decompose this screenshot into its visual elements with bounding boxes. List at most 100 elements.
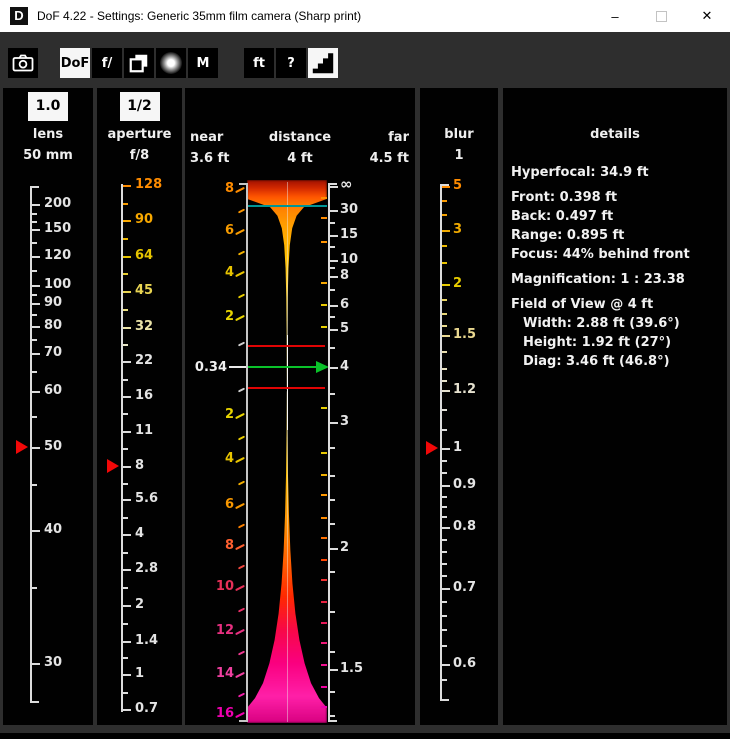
detail-line: Front: 0.398 ft: [511, 188, 690, 207]
dist_right-ruler-cap: [329, 720, 337, 722]
window-title: DoF 4.22 - Settings: Generic 35mm film c…: [37, 9, 361, 23]
lens-tick-label: 40: [44, 521, 62, 539]
dist_right-tick: [330, 475, 335, 477]
detail-line: Back: 0.497 ft: [511, 207, 690, 226]
blur-tick: [442, 313, 447, 315]
detail-line: Hyperfocal: 34.9 ft: [511, 163, 690, 182]
dist_left-ruler-line: [246, 183, 248, 722]
manual-mode-button[interactable]: M: [188, 48, 218, 78]
details-lines: Hyperfocal: 34.9 ft Front: 0.398 ftBack: …: [511, 163, 690, 371]
dist_right-ruler-cap: [329, 183, 337, 185]
blur-ruler[interactable]: 5321.51.210.90.80.70.6: [440, 184, 442, 701]
close-button[interactable]: ✕: [684, 0, 730, 32]
aperture-tick: [123, 657, 128, 659]
dist_left-ruler-cap: [239, 183, 247, 185]
blur-tick: [442, 200, 447, 202]
dist_right-tick-label: 6: [340, 296, 349, 314]
blur-tick: [442, 380, 447, 382]
minimize-button[interactable]: –: [592, 0, 638, 32]
lens-tick: [32, 326, 40, 328]
blur-tick: [442, 679, 447, 681]
dist_right-blur-tick: [321, 407, 327, 409]
dist_right-blur-tick: [321, 537, 327, 539]
aperture-step-box[interactable]: 1/2: [120, 92, 160, 121]
aperture-tick: [123, 431, 131, 433]
dist_right-blur-tick: [321, 474, 327, 476]
detail-line: Height: 1.92 ft (27°): [511, 333, 690, 352]
dist_right-ruler[interactable]: ∞3015108654321.5: [328, 183, 330, 722]
dist_right-tick: [330, 260, 338, 262]
focus-axis-line-bright: [287, 335, 288, 430]
blur-tick: [442, 299, 447, 301]
aperture-tick: [123, 552, 128, 554]
detail-line: Diag: 3.46 ft (46.8°): [511, 352, 690, 371]
aperture-tick-label: 16: [135, 387, 153, 405]
window-bottom-edge: [0, 733, 730, 739]
lens-tick-label: 100: [44, 276, 71, 294]
dist_right-tick: [330, 651, 335, 653]
steps-display-button[interactable]: [308, 48, 338, 78]
aperture-tick: [123, 605, 131, 607]
dist_left-ruler[interactable]: 8642246810121416: [246, 183, 248, 722]
aperture-ruler[interactable]: 1289064453222161185.642.821.410.7: [121, 184, 123, 712]
help-button[interactable]: ?: [276, 48, 306, 78]
blur-disc-button[interactable]: [156, 48, 186, 78]
aperture-tick: [123, 238, 128, 240]
blur-tick: [442, 664, 450, 666]
blur-tick: [442, 551, 447, 553]
blur-tick: [442, 629, 447, 631]
lens-pointer[interactable]: [16, 440, 28, 454]
aperture-tick-label: 1.4: [135, 632, 158, 650]
detail-line: Range: 0.895 ft: [511, 226, 690, 245]
aperture-tick: [123, 344, 128, 346]
dist_left-tick-label: 2: [225, 406, 234, 424]
dof-mode-button[interactable]: DoF: [60, 48, 90, 78]
blur-tick-label: 0.9: [453, 476, 476, 494]
lens-step-box[interactable]: 1.0: [28, 92, 68, 121]
dist_right-tick: [330, 367, 338, 369]
maximize-button[interactable]: [638, 0, 684, 32]
aperture-tick: [123, 448, 128, 450]
aperture-tick: [123, 692, 128, 694]
lens-tick: [32, 242, 37, 244]
aperture-tick-label: 8: [135, 457, 144, 475]
blur-tick-label: 0.7: [453, 579, 476, 597]
lens-tick: [32, 587, 37, 589]
aperture-tick: [123, 517, 128, 519]
lens-ruler[interactable]: 20015012010090807060504030: [30, 186, 32, 703]
lens-tick: [32, 303, 40, 305]
far-label: far: [370, 127, 409, 148]
dist_right-blur-tick: [321, 326, 327, 328]
steps-icon: [310, 50, 336, 76]
copy-button[interactable]: [124, 48, 154, 78]
aperture-pointer[interactable]: [107, 459, 119, 473]
aperture-tick: [123, 396, 131, 398]
lens-tick-label: 200: [44, 195, 71, 213]
blur-tick-label: 1.2: [453, 381, 476, 399]
lens-tick: [32, 391, 40, 393]
blur-tick: [442, 539, 447, 541]
dist_right-tick: [330, 669, 338, 671]
camera-settings-button[interactable]: [8, 48, 38, 78]
maximize-icon: [656, 11, 667, 22]
aperture-tick: [123, 185, 131, 187]
aperture-tick: [123, 291, 131, 293]
blur-tick: [442, 588, 450, 590]
dist_right-tick: [330, 276, 338, 278]
lens-tick: [32, 270, 37, 272]
near-limit-line: [248, 387, 325, 389]
dist_right-tick: [330, 548, 338, 550]
blur-pointer[interactable]: [426, 441, 438, 455]
lens-value: 50 mm: [3, 148, 93, 163]
dist_left-tick-label: 10: [216, 578, 234, 596]
dist_right-tick: [330, 393, 335, 395]
blur-tick: [442, 368, 447, 370]
lens-tick-label: 70: [44, 344, 62, 362]
fstop-mode-button[interactable]: f/: [92, 48, 122, 78]
units-ft-button[interactable]: ft: [244, 48, 274, 78]
blur-tick: [442, 472, 447, 474]
aperture-tick: [123, 309, 128, 311]
dist_left-tick-label: 4: [225, 450, 234, 468]
blur-tick-label: 0.8: [453, 518, 476, 536]
blur-tick: [442, 230, 450, 232]
